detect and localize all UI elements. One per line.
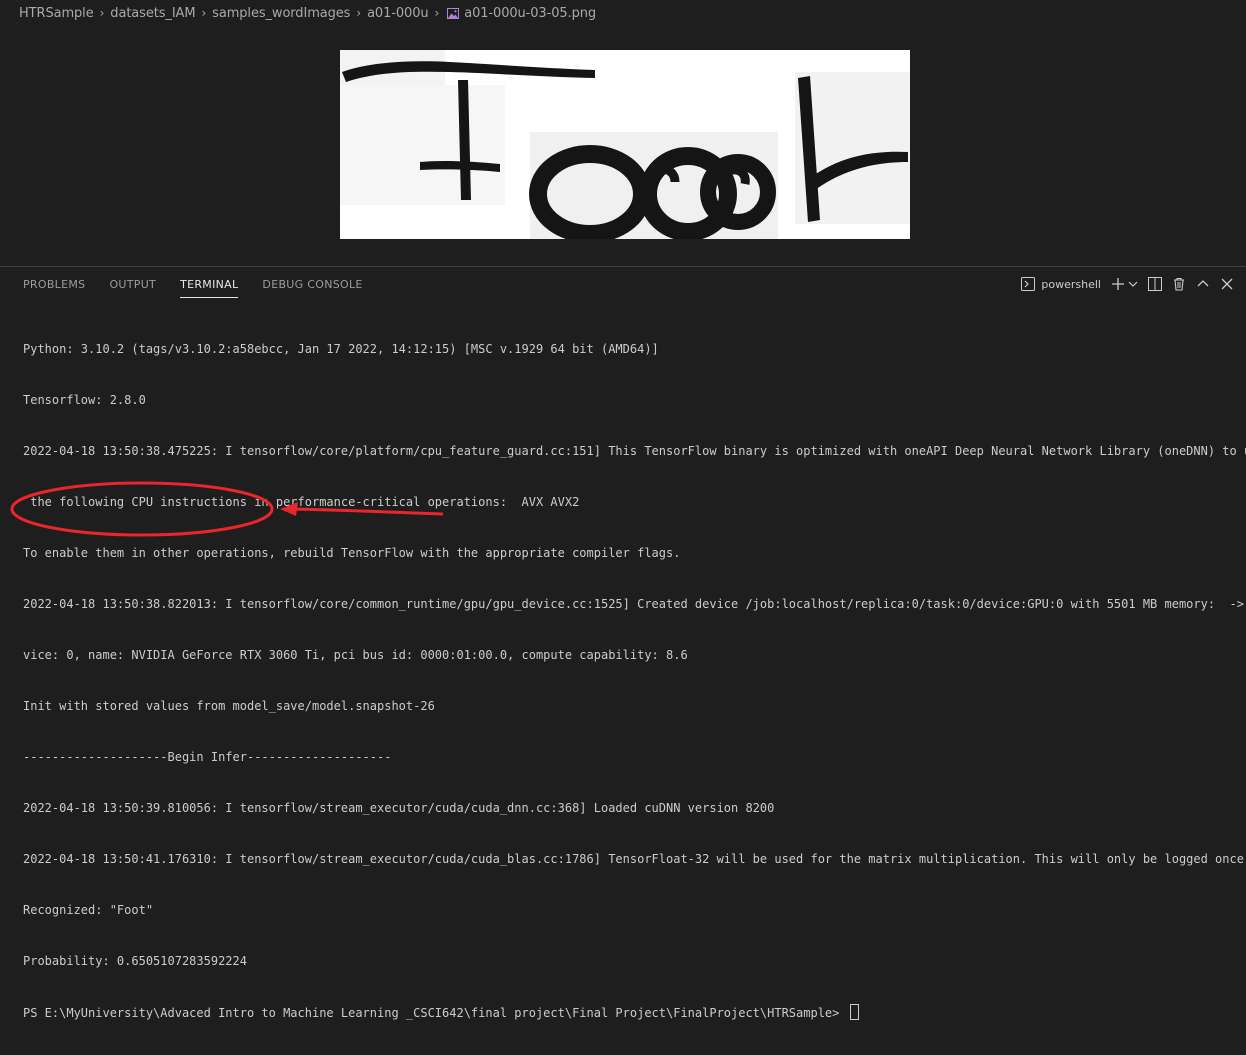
breadcrumb-item-htrsample[interactable]: HTRSample — [19, 6, 94, 21]
handwritten-word-image — [340, 50, 910, 239]
breadcrumb-item-samples[interactable]: samples_wordImages — [212, 6, 350, 21]
split-icon — [1148, 277, 1162, 291]
chevron-up-icon — [1197, 280, 1209, 287]
terminal-output[interactable]: Python: 3.10.2 (tags/v3.10.2:a58ebcc, Ja… — [23, 307, 1246, 1055]
breadcrumb: HTRSample › datasets_IAM › samples_wordI… — [0, 0, 1246, 26]
terminal-line: Init with stored values from model_save/… — [23, 699, 435, 713]
terminal-line: To enable them in other operations, rebu… — [23, 546, 681, 560]
terminal-prompt: PS E:\MyUniversity\Advaced Intro to Mach… — [23, 1006, 847, 1020]
breadcrumb-item-datasets[interactable]: datasets_IAM — [110, 6, 195, 21]
tab-output[interactable]: OUTPUT — [109, 269, 156, 300]
breadcrumb-item-folder[interactable]: a01-000u — [367, 6, 429, 21]
chevron-down-icon — [1128, 281, 1138, 287]
chevron-right-icon: › — [434, 6, 440, 20]
chevron-right-icon: › — [356, 6, 362, 20]
terminal-icon — [1021, 277, 1036, 291]
tab-problems[interactable]: PROBLEMS — [23, 269, 85, 300]
maximize-panel-button[interactable] — [1196, 277, 1210, 291]
terminal-line: 2022-04-18 13:50:38.822013: I tensorflow… — [23, 597, 1246, 611]
new-terminal-button[interactable] — [1111, 277, 1138, 291]
terminal-line: 2022-04-18 13:50:39.810056: I tensorflow… — [23, 801, 775, 815]
terminal-line: --------------------Begin Infer---------… — [23, 750, 392, 764]
chevron-right-icon: › — [201, 6, 207, 20]
terminal-line: Tensorflow: 2.8.0 — [23, 393, 146, 407]
terminal-prompt-line[interactable]: PS E:\MyUniversity\Advaced Intro to Mach… — [23, 1004, 1238, 1021]
panel-actions: powershell — [1011, 274, 1234, 294]
terminal-line: 2022-04-18 13:50:41.176310: I tensorflow… — [23, 852, 1246, 866]
split-terminal-button[interactable] — [1148, 277, 1162, 291]
probability-line: Probability: 0.6505107283592224 — [23, 954, 247, 968]
terminal-line: the following CPU instructions in perfor… — [23, 495, 580, 509]
chevron-right-icon: › — [99, 6, 105, 20]
close-icon — [1221, 278, 1233, 290]
tab-debug-console[interactable]: DEBUG CONSOLE — [262, 269, 362, 300]
trash-icon — [1174, 277, 1184, 291]
terminal-shell-selector[interactable]: powershell — [1021, 277, 1101, 291]
terminal-line: Python: 3.10.2 (tags/v3.10.2:a58ebcc, Ja… — [23, 342, 659, 356]
image-file-icon — [447, 7, 460, 19]
breadcrumb-item-file[interactable]: a01-000u-03-05.png — [464, 6, 596, 21]
terminal-line: 2022-04-18 13:50:38.475225: I tensorflow… — [23, 444, 1246, 458]
close-panel-button[interactable] — [1220, 277, 1234, 291]
kill-terminal-button[interactable] — [1172, 277, 1186, 291]
terminal-cursor — [849, 1004, 859, 1020]
bottom-panel: PROBLEMS OUTPUT TERMINAL DEBUG CONSOLE p… — [0, 266, 1246, 1020]
terminal-line: vice: 0, name: NVIDIA GeForce RTX 3060 T… — [23, 648, 688, 662]
plus-icon — [1112, 278, 1124, 290]
recognized-line: Recognized: "Foot" — [23, 903, 154, 917]
shell-label: powershell — [1041, 277, 1101, 291]
tab-terminal[interactable]: TERMINAL — [180, 269, 239, 300]
